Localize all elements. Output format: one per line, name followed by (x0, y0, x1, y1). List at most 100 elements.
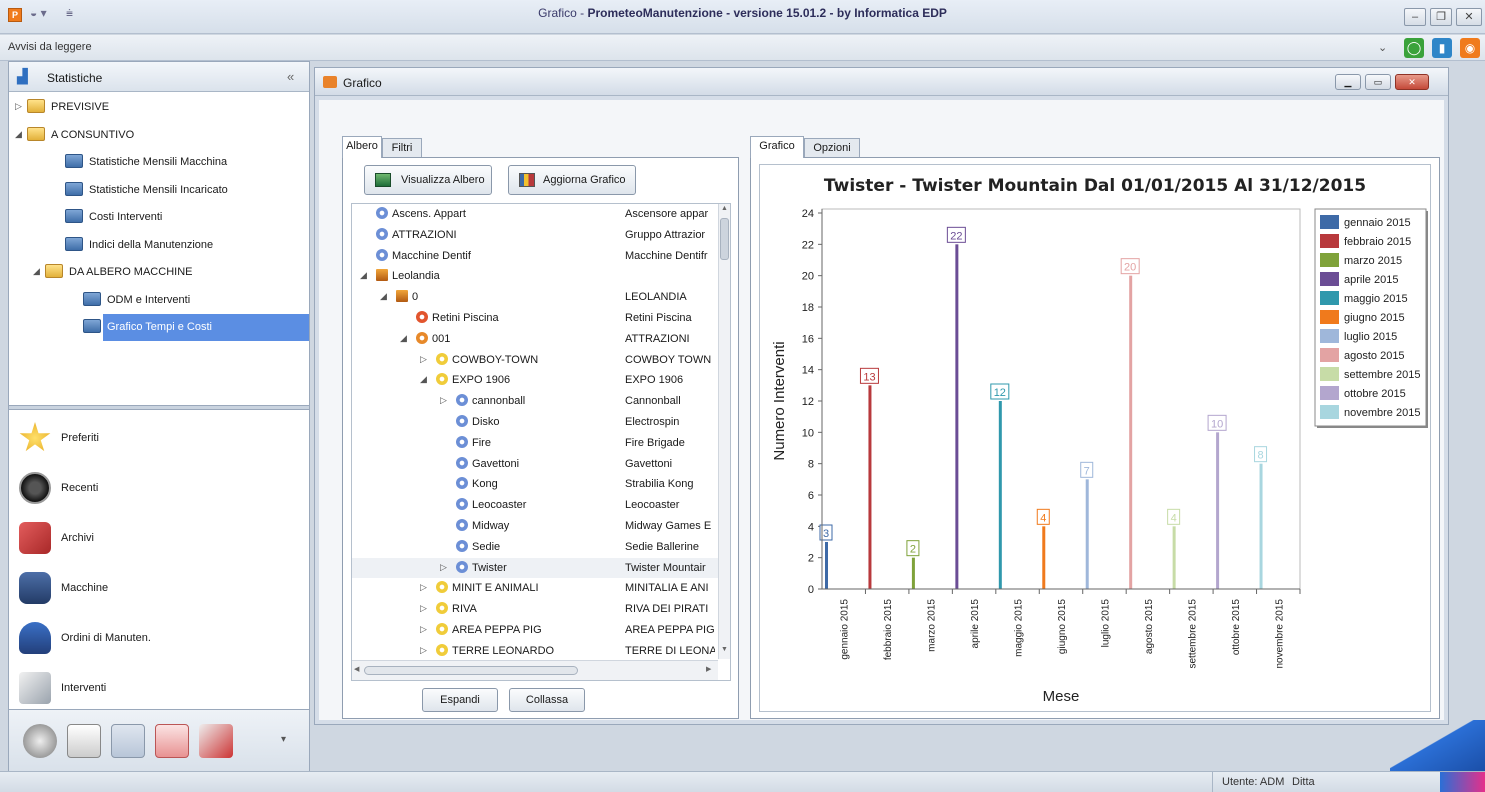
nav-item-grafico-tempi-e-costi[interactable]: Grafico Tempi e Costi (9, 314, 309, 341)
tree-row[interactable]: Ascens. Appart Ascensore appar (352, 204, 730, 225)
tab-filtri[interactable]: Filtri (382, 138, 422, 158)
book-icon[interactable]: ▮ (1432, 38, 1452, 58)
scroll-up-icon[interactable]: ▲ (721, 205, 728, 212)
nav-item-statistiche-mensili-incaricato[interactable]: Statistiche Mensili Incaricato (9, 177, 309, 204)
tree-row[interactable]: Leocoaster Leocoaster (352, 495, 730, 516)
calendar-icon[interactable] (155, 724, 189, 758)
tree-row[interactable]: ▷ COWBOY-TOWN COWBOY TOWN (352, 350, 730, 371)
visualizza-albero-button[interactable]: Visualizza Albero (364, 165, 492, 195)
chart-bar[interactable] (1216, 432, 1220, 589)
collapsed-icon[interactable]: ▷ (15, 101, 22, 112)
chart-bar[interactable] (1172, 526, 1176, 589)
minimize-button[interactable]: – (1404, 8, 1426, 26)
tree-row[interactable]: ▷ Twister Twister Mountair (352, 557, 730, 579)
statistics-icon[interactable] (111, 724, 145, 758)
chevron-down-icon[interactable]: ⌄ (1378, 41, 1387, 54)
nav-item-label: A CONSUNTIVO (51, 128, 135, 141)
chart-bar[interactable] (1129, 275, 1133, 589)
refresh-icon[interactable]: ◯ (1404, 38, 1424, 58)
tree-row[interactable]: Macchine Dentif Macchine Dentifr (352, 246, 730, 267)
chart-bar[interactable] (1042, 526, 1046, 589)
tree-row[interactable]: ▷ cannonball Cannonball (352, 391, 730, 412)
scroll-right-icon[interactable]: ▶ (706, 665, 711, 673)
nav-item-da-albero-macchine[interactable]: ◢ DA ALBERO MACCHINE (9, 259, 309, 286)
more-icon[interactable]: ▾ (281, 734, 286, 745)
expanded-icon[interactable]: ◢ (420, 374, 427, 385)
collapsed-icon[interactable]: ▷ (420, 603, 427, 614)
tab-grafico[interactable]: Grafico (750, 136, 804, 158)
collassa-button[interactable]: Collassa (509, 688, 585, 712)
chart-bar[interactable] (868, 385, 872, 589)
collapsed-icon[interactable]: ▷ (420, 582, 427, 593)
tree-row[interactable]: ▷ RIVA RIVA DEI PIRATI (352, 599, 730, 620)
notice-text[interactable]: Avvisi da leggere (8, 41, 92, 53)
nav-section-ordini[interactable]: Ordini di Manuten. (9, 614, 309, 664)
expanded-icon[interactable]: ◢ (33, 266, 40, 277)
expanded-icon[interactable]: ◢ (400, 333, 407, 344)
tree-row[interactable]: ◢ 0 LEOLANDIA (352, 287, 730, 308)
power-icon[interactable]: ◉ (1460, 38, 1480, 58)
nav-splitter[interactable] (9, 405, 309, 410)
chart-bar[interactable] (825, 542, 828, 589)
tab-opzioni[interactable]: Opzioni (804, 138, 860, 158)
nav-item-statistiche-mensili-macchina[interactable]: Statistiche Mensili Macchina (9, 149, 309, 176)
brand-logo (1440, 772, 1485, 792)
espandi-button[interactable]: Espandi (422, 688, 498, 712)
tree-row[interactable]: ◢ 001 ATTRAZIONI (352, 329, 730, 350)
collapsed-icon[interactable]: ▷ (420, 645, 427, 656)
window-icon[interactable] (67, 724, 101, 758)
nav-item-previsive[interactable]: ▷ PREVISIVE (9, 94, 309, 121)
tree-row[interactable]: Gavettoni Gavettoni (352, 454, 730, 475)
tree-row[interactable]: ◢ Leolandia (352, 266, 730, 287)
collapsed-icon[interactable]: ▷ (420, 354, 427, 365)
tree-row[interactable]: Kong Strabilia Kong (352, 474, 730, 495)
chart-bar[interactable] (1085, 479, 1089, 589)
nav-section-archivi[interactable]: Archivi (9, 514, 309, 564)
tree-row[interactable]: Fire Fire Brigade (352, 433, 730, 454)
tree-row[interactable]: Disko Electrospin (352, 412, 730, 433)
nav-section-macchine[interactable]: Macchine (9, 564, 309, 614)
tools-icon[interactable] (199, 724, 233, 758)
expanded-icon[interactable]: ◢ (360, 270, 367, 281)
tab-albero[interactable]: Albero (342, 136, 382, 158)
tree-row[interactable]: ▷ AREA PEPPA PIG AREA PEPPA PIG (352, 620, 730, 641)
nav-item-a-consuntivo[interactable]: ◢ A CONSUNTIVO (9, 122, 309, 149)
expanded-icon[interactable]: ◢ (15, 129, 22, 140)
vertical-scrollbar[interactable]: ▲ ▼ (718, 204, 730, 659)
child-restore-button[interactable]: ▭ (1365, 74, 1391, 90)
nav-section-preferiti[interactable]: Preferiti (9, 414, 309, 464)
tree-row[interactable]: Retini Piscina Retini Piscina (352, 308, 730, 329)
collapsed-icon[interactable]: ▷ (440, 395, 447, 406)
collapsed-icon[interactable]: ▷ (440, 562, 447, 573)
horizontal-scroll-thumb[interactable] (364, 666, 578, 675)
restore-button[interactable]: ❐ (1430, 8, 1452, 26)
close-button[interactable]: ✕ (1456, 8, 1482, 26)
aggiorna-grafico-button[interactable]: Aggiorna Grafico (508, 165, 636, 195)
collapse-nav-icon[interactable]: « (287, 69, 294, 84)
tree-row[interactable]: ▷ TERRE LEONARDO TERRE DI LEONA (352, 641, 730, 662)
scroll-left-icon[interactable]: ◀ (354, 665, 359, 673)
chart-bar[interactable] (998, 401, 1002, 589)
nav-item-costi-interventi[interactable]: Costi Interventi (9, 204, 309, 231)
tree-row[interactable]: Sedie Sedie Ballerine (352, 537, 730, 558)
collapsed-icon[interactable]: ▷ (420, 624, 427, 635)
child-close-button[interactable]: ✕ (1395, 74, 1429, 90)
tree-row[interactable]: ◢ EXPO 1906 EXPO 1906 (352, 370, 730, 391)
settings-icon[interactable] (23, 724, 57, 758)
chart-bar[interactable] (1259, 463, 1263, 589)
nav-item-indici-della-manutenzione[interactable]: Indici della Manutenzione (9, 232, 309, 259)
nav-item-odm-e-interventi[interactable]: ODM e Interventi (9, 287, 309, 314)
chart-bar[interactable] (911, 557, 915, 589)
horizontal-scrollbar[interactable]: ◀ ▶ (352, 660, 718, 680)
chart-bar[interactable] (955, 244, 959, 589)
expanded-icon[interactable]: ◢ (380, 291, 387, 302)
nav-section-recenti[interactable]: Recenti (9, 464, 309, 514)
scroll-down-icon[interactable]: ▼ (721, 646, 728, 653)
gear-icon (456, 519, 468, 531)
tree-row[interactable]: ATTRAZIONI Gruppo Attrazior (352, 225, 730, 246)
vertical-scroll-thumb[interactable] (720, 218, 729, 260)
tree-row[interactable]: Midway Midway Games E (352, 516, 730, 537)
child-minimize-button[interactable]: ▁ (1335, 74, 1361, 90)
nav-section-interventi[interactable]: Interventi (9, 664, 309, 714)
tree-row[interactable]: ▷ MINIT E ANIMALI MINITALIA E ANI (352, 578, 730, 599)
